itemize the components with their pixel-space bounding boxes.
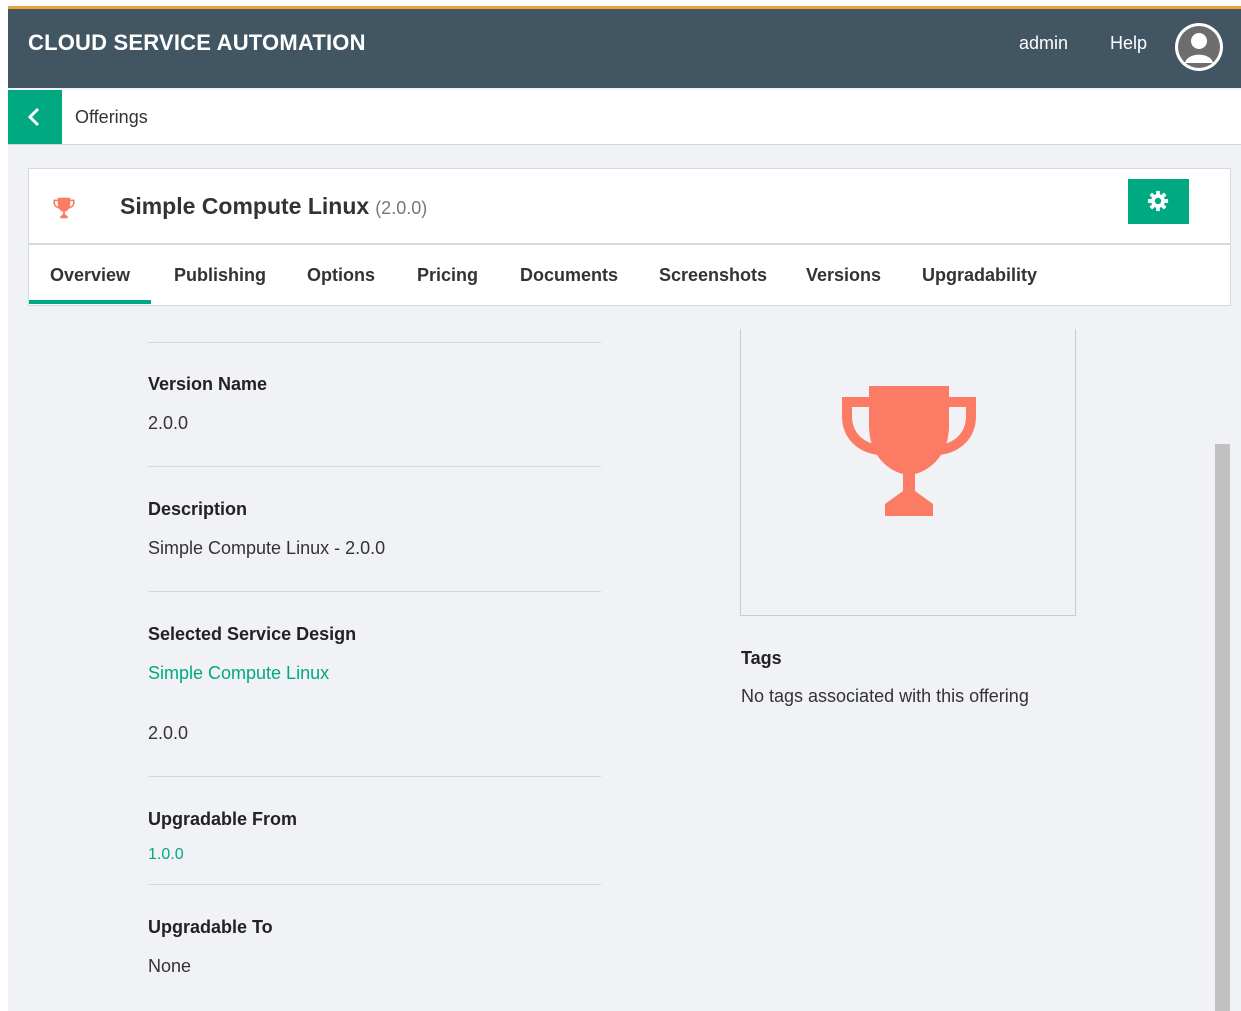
version-name-label: Version Name [148,374,268,394]
tab-publishing[interactable]: Publishing [174,265,266,286]
active-tab-indicator [29,300,151,304]
offering-name: Simple Compute Linux [120,193,370,219]
divider [148,884,601,885]
breadcrumb-offerings[interactable]: Offerings [75,107,148,128]
overview-panel: Version Name 2.0.0 Description Simple Co… [8,306,1241,1011]
offering-card: Simple Compute Linux (2.0.0) Overview Pub… [28,168,1231,306]
version-name-value: 2.0.0 [148,413,189,433]
tab-documents[interactable]: Documents [520,265,618,286]
tab-bar: Overview Publishing Options Pricing Docu… [29,245,1230,305]
app-title: CLOUD SERVICE AUTOMATION [28,30,366,55]
divider [148,466,601,467]
service-design-version: 2.0.0 [148,723,189,743]
tab-versions[interactable]: Versions [806,265,881,286]
upgradable-from-link[interactable]: 1.0.0 [148,846,184,864]
tab-pricing[interactable]: Pricing [417,265,478,286]
upgradable-to-value: None [148,956,192,976]
app-frame: CLOUD SERVICE AUTOMATION admin Help Offe… [8,6,1241,1011]
offering-version: (2.0.0) [375,198,428,218]
offering-title: Simple Compute Linux (2.0.0) [120,193,427,220]
chevron-left-icon [27,107,40,127]
upgradable-to-label: Upgradable To [148,917,273,937]
help-link[interactable]: Help [1110,33,1147,54]
upgradable-from-label: Upgradable From [148,809,298,829]
tags-value: No tags associated with this offering [741,686,1029,706]
tab-screenshots[interactable]: Screenshots [659,265,767,286]
trophy-icon [53,197,75,219]
user-menu-link[interactable]: admin [1019,33,1068,54]
breadcrumb: Offerings [8,90,1241,145]
app-header: CLOUD SERVICE AUTOMATION admin Help [8,9,1241,88]
tab-overview[interactable]: Overview [50,265,130,286]
description-value: Simple Compute Linux - 2.0.0 [148,538,386,558]
divider [148,342,601,343]
offering-image [740,329,1076,616]
tags-label: Tags [741,648,782,668]
back-button[interactable] [8,90,62,144]
gear-icon [1147,190,1169,212]
tab-upgradability[interactable]: Upgradability [922,265,1037,286]
offering-header: Simple Compute Linux (2.0.0) [29,169,1230,245]
divider [148,591,601,592]
trophy-icon [842,386,976,516]
scrollbar-thumb[interactable] [1215,444,1230,1011]
service-design-label: Selected Service Design [148,624,357,644]
divider [148,776,601,777]
user-avatar-icon[interactable] [1175,23,1223,71]
service-design-link[interactable]: Simple Compute Linux [148,663,329,684]
description-label: Description [148,499,248,519]
settings-button[interactable] [1128,179,1189,224]
tab-options[interactable]: Options [307,265,375,286]
